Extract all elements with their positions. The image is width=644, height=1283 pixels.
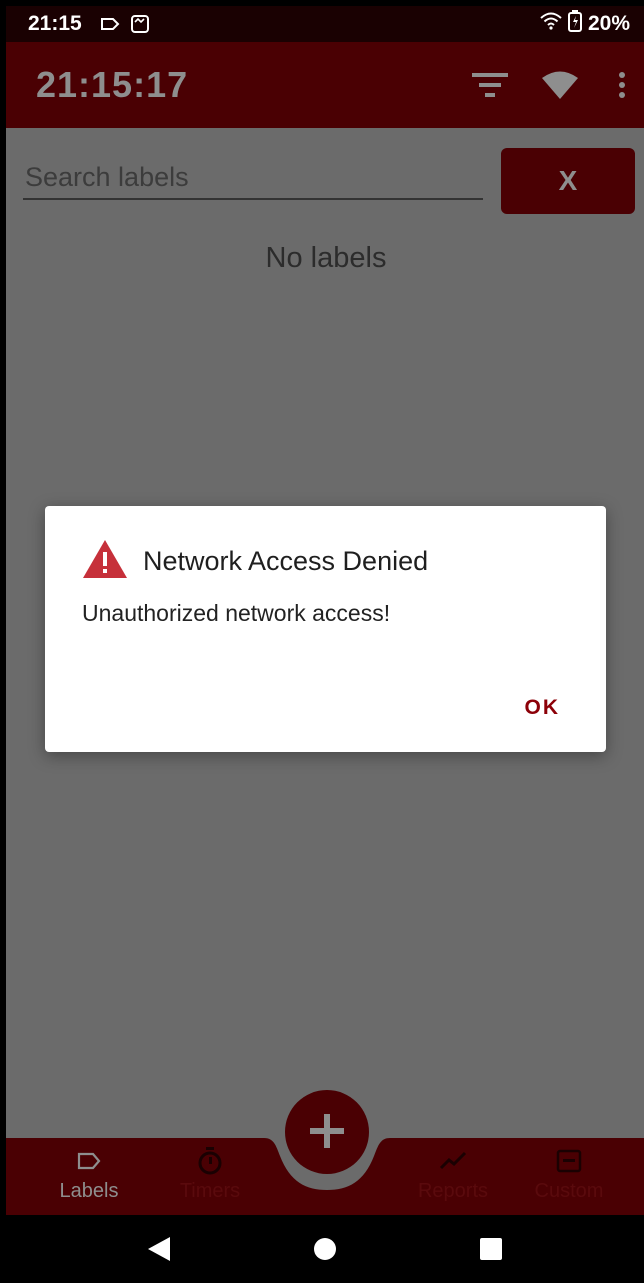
empty-state-text: No labels xyxy=(265,242,387,274)
battery-icon xyxy=(567,10,582,38)
warning-icon xyxy=(81,538,129,585)
search-input[interactable] xyxy=(23,156,483,200)
app-bar: 21:15:17 xyxy=(6,42,644,128)
screen: 21:15 20% 21:15:17 Search labels X No la… xyxy=(6,6,644,1283)
nav-item-reports[interactable]: Reports xyxy=(398,1146,508,1212)
nav-label-reports: Reports xyxy=(417,1180,489,1202)
timer-icon xyxy=(197,1146,223,1176)
nav-item-labels[interactable]: Labels xyxy=(34,1146,144,1212)
system-navigation-bar xyxy=(6,1215,644,1283)
recents-icon[interactable] xyxy=(471,1229,511,1269)
nav-item-custom[interactable]: Custom xyxy=(514,1146,624,1212)
filter-icon[interactable] xyxy=(472,65,508,105)
app-notification-icon xyxy=(130,14,150,34)
dialog-ok-button[interactable]: OK xyxy=(525,696,561,720)
wifi-icon[interactable] xyxy=(542,65,578,105)
battery-percent: 20% xyxy=(587,12,630,35)
status-time: 21:15 xyxy=(28,12,82,35)
more-vert-icon[interactable] xyxy=(618,65,626,105)
back-icon[interactable] xyxy=(139,1229,179,1269)
wifi-status-icon xyxy=(540,12,562,36)
dialog-message: Unauthorized network access! xyxy=(82,600,391,626)
trending-icon xyxy=(439,1146,467,1176)
status-bar: 21:15 20% xyxy=(6,6,644,42)
network-denied-dialog: Network Access Denied Unauthorized netwo… xyxy=(45,506,606,752)
dialog-title: Network Access Denied xyxy=(143,546,429,576)
dialog-header: Network Access Denied xyxy=(81,538,428,585)
nav-label-labels: Labels xyxy=(59,1180,119,1202)
label-icon xyxy=(77,1146,101,1176)
custom-icon xyxy=(556,1146,582,1176)
nav-label-custom: Custom xyxy=(534,1180,604,1202)
add-fab-button[interactable] xyxy=(285,1090,369,1174)
nav-label-timers: Timers xyxy=(179,1180,241,1202)
plus-icon xyxy=(306,1110,348,1155)
clear-search-button[interactable]: X xyxy=(501,148,635,214)
home-icon[interactable] xyxy=(305,1229,345,1269)
nav-item-timers[interactable]: Timers xyxy=(155,1146,265,1212)
app-bar-actions xyxy=(472,65,626,105)
app-title-clock: 21:15:17 xyxy=(36,64,189,105)
label-outline-icon xyxy=(100,17,120,31)
search-row: X xyxy=(6,146,644,216)
